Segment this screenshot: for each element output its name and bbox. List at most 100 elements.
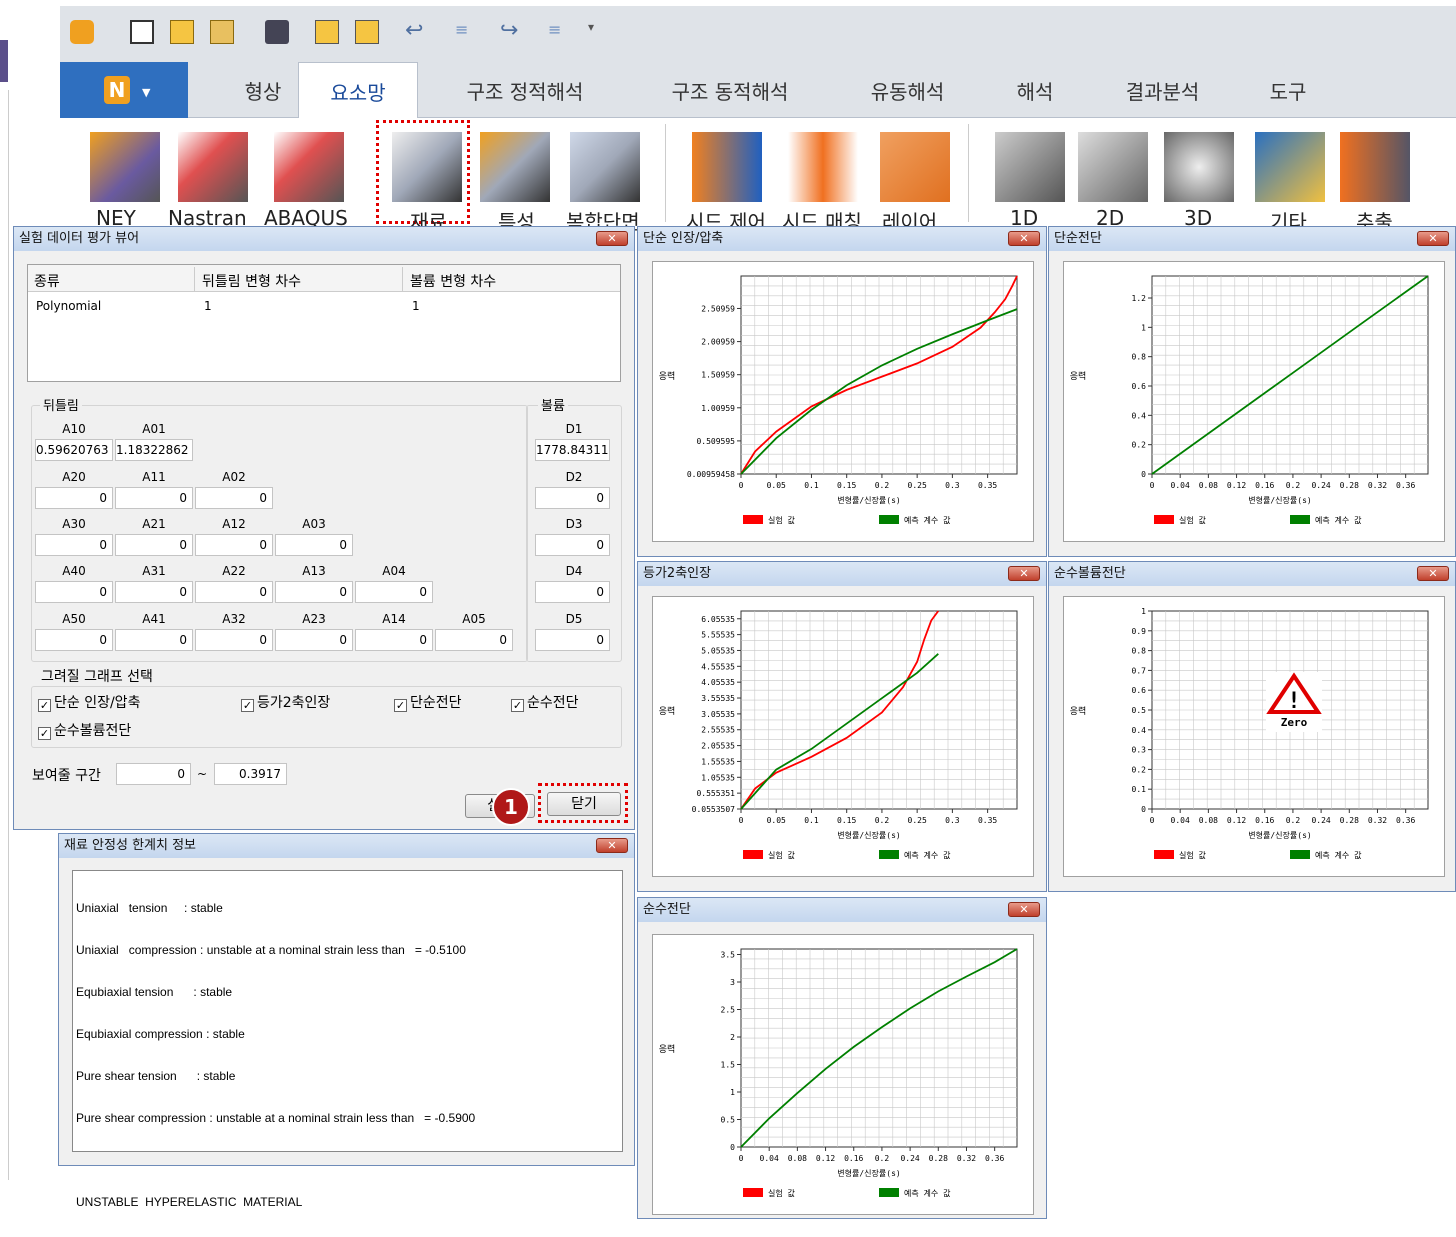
volume-input-d2[interactable]: 0: [535, 487, 610, 509]
x-tick-label: 0.32: [957, 1154, 976, 1163]
table-cell-type[interactable]: Polynomial: [36, 299, 101, 313]
coef-input-a03[interactable]: 0: [275, 534, 353, 556]
x-tick-label: 0.36: [985, 1154, 1004, 1163]
coef-input-a13[interactable]: 0: [275, 581, 353, 603]
coef-input-a21[interactable]: 0: [115, 534, 193, 556]
table-cell-distortion-order[interactable]: 1: [204, 299, 212, 313]
y-tick-label: 0.4: [1132, 726, 1147, 735]
stability-line: Uniaxial compression : unstable at a nom…: [76, 943, 466, 957]
coef-input-a05[interactable]: 0: [435, 629, 513, 651]
undo-list-icon[interactable]: ≡: [455, 20, 479, 44]
extract-icon[interactable]: [1340, 132, 1410, 202]
stability-line: Uniaxial tension : stable: [76, 901, 223, 915]
seed-control-icon[interactable]: [692, 132, 762, 202]
tab-mesh[interactable]: 요소망: [298, 62, 418, 119]
import-icon[interactable]: [315, 20, 339, 44]
close-icon[interactable]: ✕: [1008, 902, 1040, 917]
checkbox-simple-shear[interactable]: ✓ 단순전단: [394, 692, 462, 712]
coef-input-a14[interactable]: 0: [355, 629, 433, 651]
y-tick-label: 1.5: [721, 1061, 736, 1070]
tab-results[interactable]: 결과분석: [1115, 76, 1210, 105]
coef-input-a40[interactable]: 0: [35, 581, 113, 603]
coef-input-a30[interactable]: 0: [35, 534, 113, 556]
x-tick-label: 0.2: [875, 481, 890, 490]
tab-analysis[interactable]: 해석: [1005, 76, 1065, 105]
table-cell-volume-order[interactable]: 1: [412, 299, 420, 313]
coef-input-a22[interactable]: 0: [195, 581, 273, 603]
stability-line: Equbiaxial compression : stable: [76, 1027, 245, 1041]
coef-input-a12[interactable]: 0: [195, 534, 273, 556]
legend-swatch: [879, 850, 899, 859]
x-tick-label: 0.04: [1171, 481, 1190, 490]
composite-section-icon[interactable]: [570, 132, 640, 202]
stability-text-area[interactable]: Uniaxial tension : stable Uniaxial compr…: [72, 870, 623, 1209]
close-icon[interactable]: ✕: [1417, 231, 1449, 246]
tab-tools[interactable]: 도구: [1258, 76, 1318, 105]
checkbox-uniaxial[interactable]: ✓ 단순 인장/압축: [38, 692, 140, 712]
open-folder-icon[interactable]: [170, 20, 194, 44]
coef-input-a31[interactable]: 0: [115, 581, 193, 603]
export-icon[interactable]: [355, 20, 379, 44]
redo-list-icon[interactable]: ≡: [548, 20, 572, 44]
coef-input-a50[interactable]: 0: [35, 629, 113, 651]
close-icon[interactable]: ✕: [596, 838, 628, 853]
coef-input-a41[interactable]: 0: [115, 629, 193, 651]
coef-input-a23[interactable]: 0: [275, 629, 353, 651]
customize-dropdown-icon[interactable]: ▾: [588, 20, 612, 44]
coef-input-a10[interactable]: 0.59620763: [35, 439, 113, 461]
quick-access-toolbar: ↩ ≡ ↪ ≡ ▾: [60, 6, 1456, 58]
x-tick-label: 0.16: [1255, 481, 1274, 490]
close-icon[interactable]: ✕: [1417, 566, 1449, 581]
tab-structural-static[interactable]: 구조 정적해석: [450, 76, 600, 105]
redo-icon[interactable]: ↪: [500, 20, 524, 44]
x-tick-label: 0.04: [1171, 816, 1190, 825]
coef-input-a04[interactable]: 0: [355, 581, 433, 603]
y-tick-label: 0.509595: [696, 437, 735, 446]
property-icon[interactable]: [480, 132, 550, 202]
y-tick-label: 3: [730, 978, 735, 987]
checkbox-volumetric[interactable]: ✓ 순수볼륨전단: [38, 720, 131, 740]
mesh-2d-icon[interactable]: [1078, 132, 1148, 202]
close-button[interactable]: 닫기: [547, 792, 621, 816]
app-logo-icon[interactable]: [70, 20, 94, 44]
volume-input-d5[interactable]: 0: [535, 629, 610, 651]
coef-input-a01[interactable]: 1.18322862: [115, 439, 193, 461]
other-icon[interactable]: [1255, 132, 1325, 202]
new-file-icon[interactable]: [130, 20, 154, 44]
coef-input-a11[interactable]: 0: [115, 487, 193, 509]
app-menu-button[interactable]: N ▼: [60, 62, 188, 118]
volume-input-d1[interactable]: 1778.84311: [535, 439, 610, 461]
abaqus-icon[interactable]: [274, 132, 344, 202]
undo-icon[interactable]: ↩: [405, 20, 429, 44]
tab-shape[interactable]: 형상: [218, 76, 308, 105]
legend-swatch: [743, 515, 763, 524]
checkbox-equibiaxial[interactable]: ✓ 등가2축인장: [241, 692, 330, 712]
save-icon[interactable]: [265, 20, 289, 44]
coef-input-a20[interactable]: 0: [35, 487, 113, 509]
y-tick-label: 0.7: [1132, 666, 1147, 675]
chart-area: 0 0.04 0.08 0.12 0.16 0.2 0.24 0.28 0.32 0.36 0 0.2…: [1063, 261, 1445, 542]
close-icon[interactable]: ✕: [1008, 231, 1040, 246]
checkbox-pure-shear[interactable]: ✓ 순수전단: [511, 692, 579, 712]
close-icon[interactable]: ✕: [596, 231, 628, 246]
range-from-input[interactable]: 0: [116, 763, 191, 785]
volume-input-d4[interactable]: 0: [535, 581, 610, 603]
seed-matching-icon[interactable]: [788, 132, 858, 202]
volume-input-d3[interactable]: 0: [535, 534, 610, 556]
x-tick-label: 0.35: [978, 816, 997, 825]
material-icon[interactable]: [392, 132, 462, 202]
coef-input-a32[interactable]: 0: [195, 629, 273, 651]
open-model-icon[interactable]: [210, 20, 234, 44]
ney-icon[interactable]: [90, 132, 160, 202]
legend-swatch: [879, 1188, 899, 1197]
tab-structural-dynamic[interactable]: 구조 동적해석: [655, 76, 805, 105]
x-tick-label: 0.2: [1286, 481, 1301, 490]
layer-icon[interactable]: [880, 132, 950, 202]
nastran-icon[interactable]: [178, 132, 248, 202]
coef-input-a02[interactable]: 0: [195, 487, 273, 509]
mesh-3d-icon[interactable]: [1164, 132, 1234, 202]
mesh-1d-icon[interactable]: [995, 132, 1065, 202]
range-to-input[interactable]: 0.3917: [214, 763, 287, 785]
tab-flow[interactable]: 유동해석: [860, 76, 955, 105]
close-icon[interactable]: ✕: [1008, 566, 1040, 581]
